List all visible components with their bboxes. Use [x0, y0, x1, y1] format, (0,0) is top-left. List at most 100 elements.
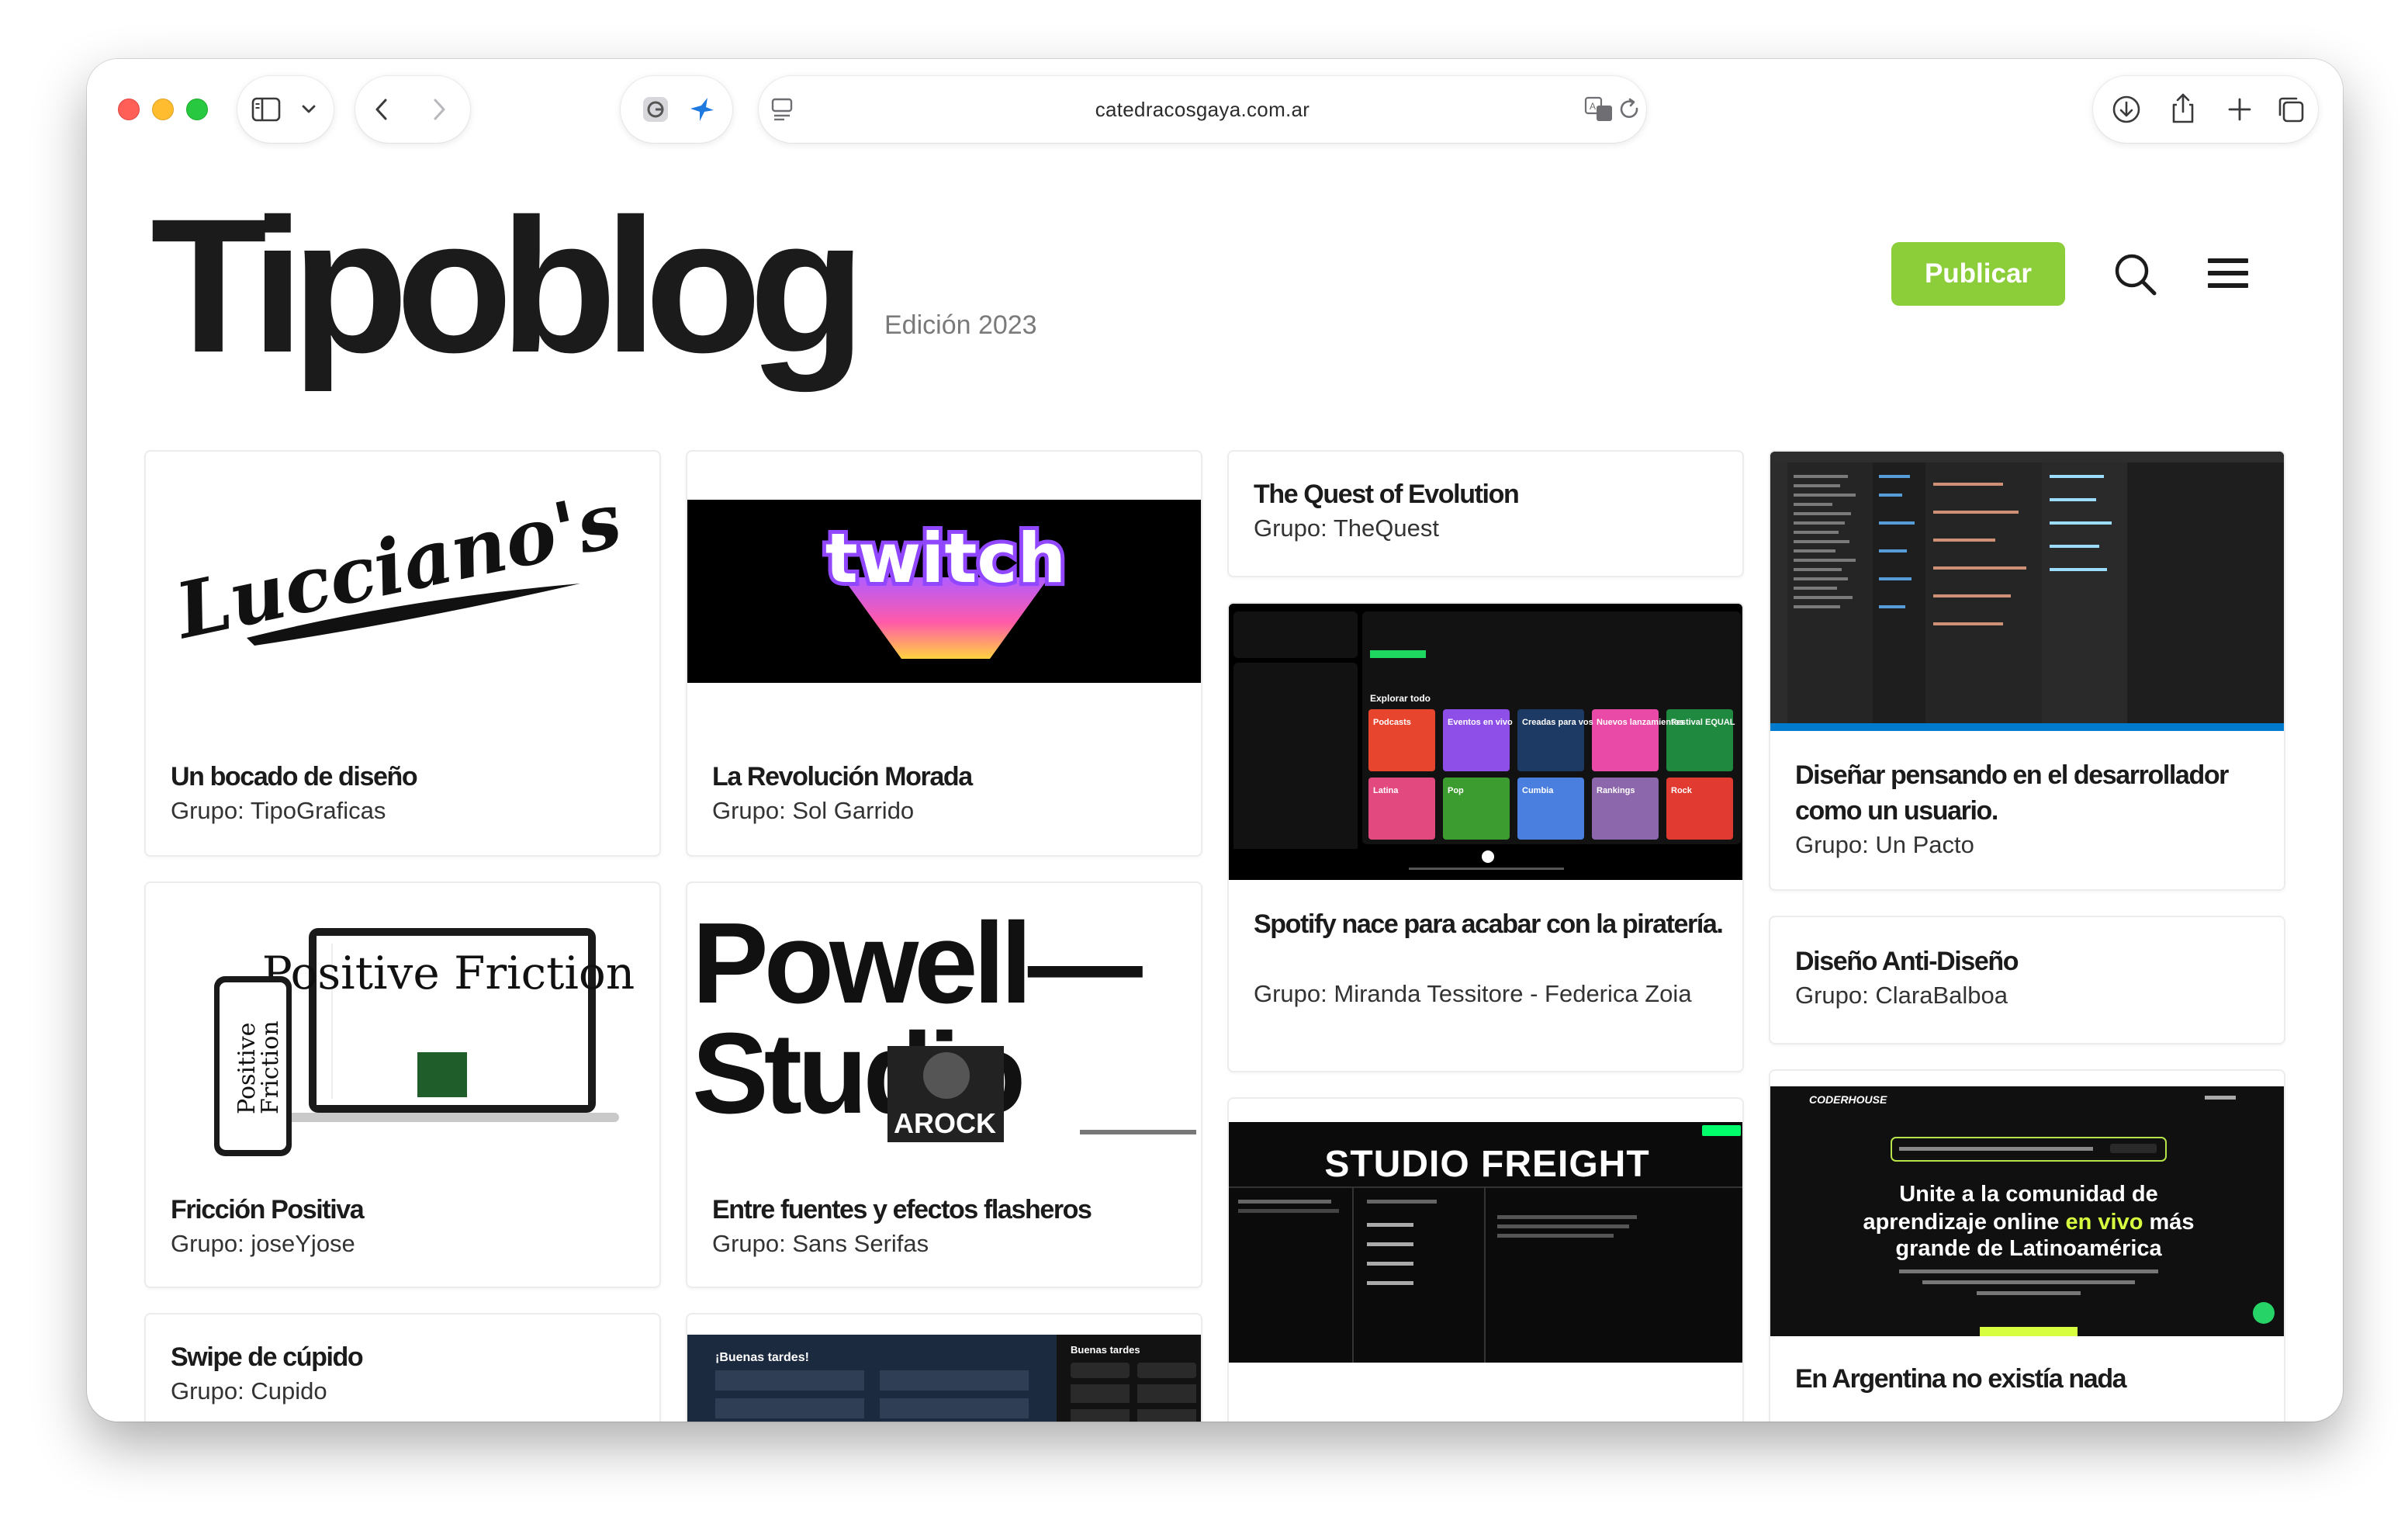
svg-text:Podcasts: Podcasts [1373, 718, 1411, 727]
navigation-group [355, 76, 470, 143]
vscode-screenshot [1770, 452, 2284, 731]
post-title[interactable]: Fricción Positiva [171, 1192, 641, 1228]
post-title[interactable]: Entre fuentes y efectos flasheros [712, 1192, 1182, 1228]
post-title[interactable]: Spotify nace para acabar con la piraterí… [1254, 906, 1724, 942]
spotify-browse-screenshot: Explorar todo Podcasts Eventos en vivo C… [1229, 604, 1742, 880]
browser-toolbar: catedracosgaya.com.ar A [87, 59, 2343, 144]
post-title[interactable]: The Quest of Evolution [1254, 476, 1724, 512]
post-title[interactable]: Un bocado de diseño [171, 759, 641, 795]
svg-text:Buenas tardes: Buenas tardes [1071, 1344, 1140, 1356]
svg-text:aprendizaje online en vivo más: aprendizaje online en vivo más [1863, 1210, 2194, 1235]
svg-text:Friction: Friction [257, 1020, 284, 1114]
post-image: twitch [687, 500, 1201, 683]
post-title[interactable]: Diseñar pensando en el desarrollador com… [1795, 757, 2265, 829]
svg-text:Unite a la comunidad de: Unite a la comunidad de [1899, 1182, 2158, 1207]
svg-text:A: A [1590, 101, 1596, 112]
coderhouse-screenshot: CODERHOUSE Unite a la comunidad de apren… [1770, 1086, 2284, 1336]
powell-studio-image: Powell— Studio AROCK [692, 909, 1196, 1142]
post-group: Grupo: TipoGraficas [171, 797, 386, 824]
post-image: CODERHOUSE Unite a la comunidad de apren… [1770, 1086, 2284, 1336]
back-arrow-icon[interactable] [372, 97, 391, 122]
toolbar-actions-group [2093, 76, 2318, 143]
forward-arrow-icon[interactable] [430, 97, 448, 122]
studio-freight-screenshot: STUDIO FREIGHT [1229, 1122, 1742, 1363]
tab-overview-icon[interactable] [2276, 95, 2306, 124]
svg-text:Creadas para vos: Creadas para vos [1522, 718, 1593, 727]
post-title[interactable]: La Revolución Morada [712, 759, 1182, 795]
post-card[interactable]: Powell— Studio AROCK Entre fuentes y efe… [686, 881, 1202, 1288]
publish-button[interactable]: Publicar [1891, 242, 2065, 306]
post-title[interactable]: Diseño Anti-Diseño [1795, 944, 2265, 979]
svg-text:Rock: Rock [1671, 786, 1693, 795]
positive-friction-text: Positive Friction [262, 947, 635, 999]
post-card[interactable]: STUDIO FREIGHT [1227, 1097, 1744, 1422]
post-group: Grupo: joseYjose [171, 1230, 355, 1257]
post-title[interactable]: En Argentina no existía nada [1795, 1361, 2265, 1397]
post-card[interactable]: CODERHOUSE Unite a la comunidad de apren… [1769, 1069, 2285, 1422]
url-text[interactable]: catedracosgaya.com.ar [759, 76, 1646, 143]
post-card[interactable]: Positive Friction Positive Friction Fric… [144, 881, 661, 1288]
new-tab-plus-icon[interactable] [2226, 96, 2253, 123]
minimize-window-button[interactable] [152, 99, 174, 120]
post-image: ¡Buenas tardes! Buenas tardes [687, 1335, 1201, 1422]
post-image [1770, 452, 2284, 731]
close-window-button[interactable] [118, 99, 140, 120]
post-group: Grupo: Miranda Tessitore - Federica Zoia [1254, 980, 1692, 1007]
post-group: Grupo: TheQuest [1254, 514, 1439, 542]
post-image: Powell— Studio AROCK [687, 909, 1201, 1142]
post-group: Grupo: Sans Serifas [712, 1230, 929, 1257]
share-icon[interactable] [2171, 92, 2195, 124]
sidebar-icon[interactable] [251, 97, 281, 122]
site-title[interactable]: Tipoblog [150, 191, 866, 382]
svg-text:grande de Latinoamérica: grande de Latinoamérica [1895, 1236, 2162, 1261]
post-image: Lucciano's [146, 483, 659, 677]
svg-text:Pop: Pop [1448, 786, 1464, 795]
twitch-wordmark: twitch [825, 518, 1066, 598]
lucciano-logo-image: Lucciano's [166, 483, 628, 657]
svg-text:AROCK: AROCK [894, 1107, 996, 1139]
post-card[interactable]: Lucciano's Un bocado de diseño Grupo: Ti… [144, 450, 661, 857]
downloads-icon[interactable] [2112, 95, 2141, 124]
search-icon[interactable] [2112, 251, 2158, 297]
svg-text:CODERHOUSE: CODERHOUSE [1809, 1093, 1887, 1106]
grammarly-extension-icon[interactable] [642, 96, 669, 123]
chevron-down-icon[interactable] [301, 104, 317, 115]
edition-label: Edición 2023 [884, 310, 1037, 340]
post-card[interactable]: twitch La Revolución Morada Grupo: Sol G… [686, 450, 1202, 857]
post-group: Grupo: Sol Garrido [712, 797, 915, 824]
spotify-home-screenshot: ¡Buenas tardes! Buenas tardes [687, 1335, 1201, 1422]
post-card[interactable]: Diseñar pensando en el desarrollador com… [1769, 450, 2285, 891]
post-image: STUDIO FREIGHT [1229, 1122, 1742, 1363]
positive-friction-mockup-image: Positive Friction Positive Friction [214, 928, 635, 1156]
browser-window: catedracosgaya.com.ar A Tipoblog Edición… [87, 59, 2343, 1422]
address-bar[interactable]: catedracosgaya.com.ar A [759, 76, 1646, 143]
post-image: Explorar todo Podcasts Eventos en vivo C… [1229, 604, 1742, 880]
svg-text:Explorar todo: Explorar todo [1370, 693, 1431, 704]
lucciano-logo-text: Lucciano's [166, 483, 628, 657]
sidebar-toggle-group[interactable] [237, 76, 334, 143]
svg-text:Rankings: Rankings [1597, 786, 1635, 795]
translate-icon[interactable]: A [1584, 96, 1614, 123]
post-card[interactable]: Explorar todo Podcasts Eventos en vivo C… [1227, 602, 1744, 1072]
reload-icon[interactable] [1618, 98, 1642, 121]
svg-text:STUDIO FREIGHT: STUDIO FREIGHT [1324, 1144, 1649, 1185]
svg-text:Eventos en vivo: Eventos en vivo [1448, 718, 1513, 727]
svg-text:Cumbia: Cumbia [1522, 786, 1554, 795]
post-group: Grupo: ClaraBalboa [1795, 982, 2008, 1009]
post-card[interactable]: ¡Buenas tardes! Buenas tardes [686, 1313, 1202, 1422]
twitch-logo-image: twitch [822, 514, 1070, 659]
post-image: Positive Friction Positive Friction [146, 920, 659, 1176]
post-group: Grupo: Un Pacto [1795, 831, 1974, 858]
extensions-group [621, 76, 732, 143]
bird-extension-icon[interactable] [687, 95, 717, 124]
svg-text:¡Buenas tardes!: ¡Buenas tardes! [715, 1351, 809, 1364]
svg-text:Latina: Latina [1373, 786, 1399, 795]
post-card[interactable]: The Quest of Evolution Grupo: TheQuest [1227, 450, 1744, 577]
post-group: Grupo: Cupido [171, 1377, 327, 1405]
svg-text:Festival EQUAL: Festival EQUAL [1671, 718, 1735, 727]
post-card[interactable]: Swipe de cúpido Grupo: Cupido [144, 1313, 661, 1422]
post-title[interactable]: Swipe de cúpido [171, 1339, 641, 1375]
hamburger-menu-icon[interactable] [2208, 255, 2248, 291]
post-card[interactable]: Diseño Anti-Diseño Grupo: ClaraBalboa [1769, 916, 2285, 1044]
zoom-window-button[interactable] [186, 99, 208, 120]
